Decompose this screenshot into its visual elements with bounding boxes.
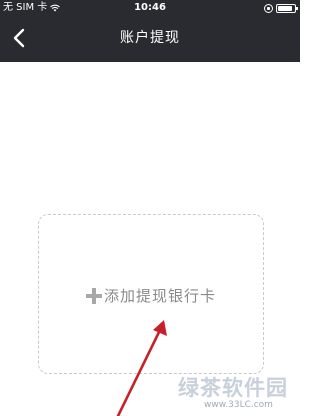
status-time: 10:46	[134, 2, 166, 13]
page-title: 账户提现	[120, 30, 180, 46]
main-content: 添加提现银行卡	[0, 62, 300, 416]
watermark-url: www.33LC.com	[204, 400, 273, 410]
battery-icon	[276, 3, 298, 13]
watermark-text: 绿茶软件园	[178, 376, 288, 400]
plus-icon	[85, 287, 102, 304]
watermark-logo: 绿茶软件园 www.33LC.com	[178, 372, 296, 416]
add-card-content: 添加提现银行卡	[39, 285, 263, 306]
status-indicators	[264, 3, 298, 13]
add-bank-card-button[interactable]: 添加提现银行卡	[38, 214, 264, 374]
add-card-label: 添加提现银行卡	[103, 287, 216, 305]
navigation-bar: 账户提现	[0, 18, 300, 62]
status-bar: 无 SIM 卡 10:46	[0, 0, 300, 16]
top-bar: 无 SIM 卡 10:46 账户提现	[0, 0, 300, 62]
rotation-lock-icon	[264, 3, 273, 13]
